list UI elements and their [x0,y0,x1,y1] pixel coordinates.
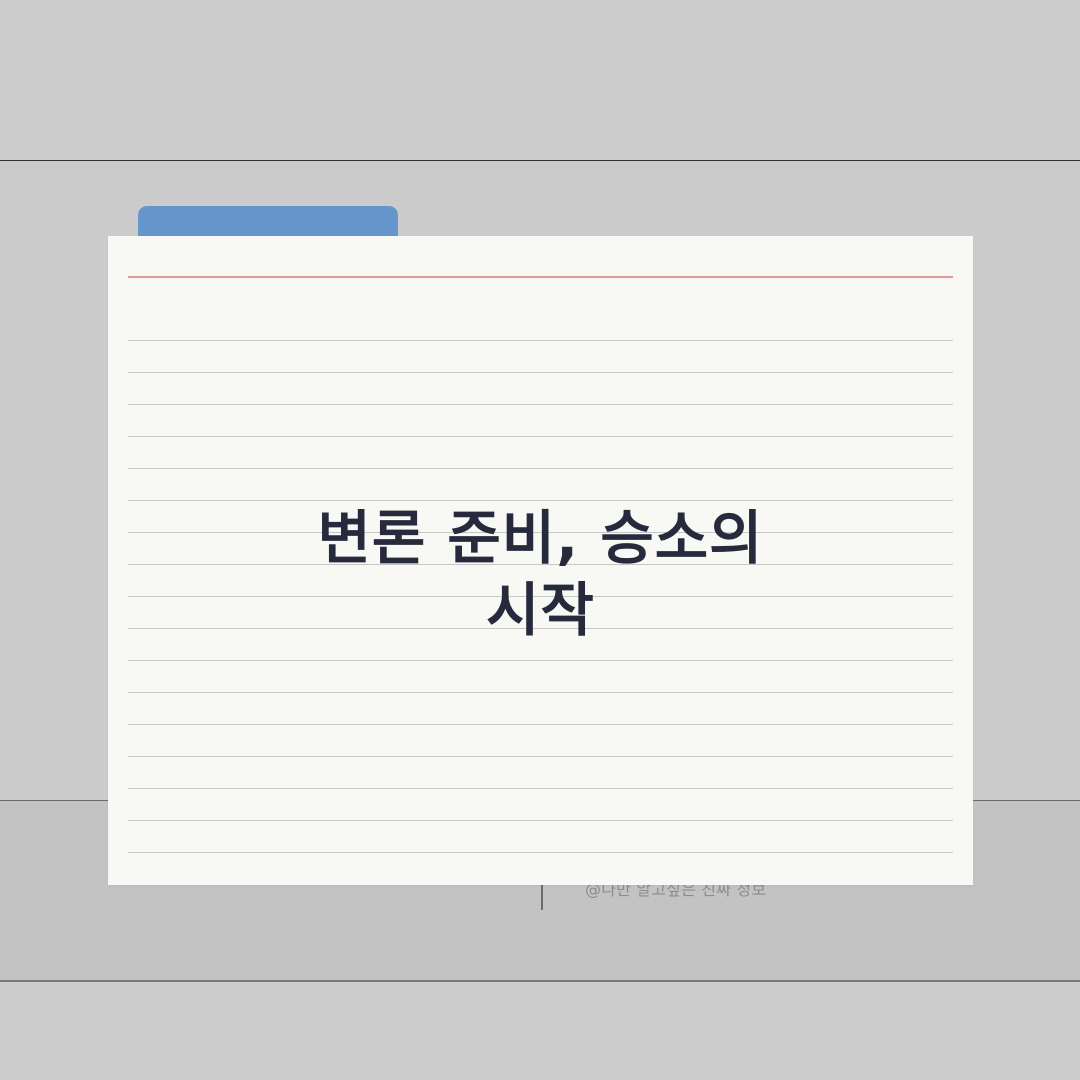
notecard: 변론 준비, 승소의 시작 [108,236,973,885]
background-bottom-band [0,982,1080,1080]
notecard-margin-line [128,276,953,278]
card-title: 변론 준비, 승소의 시작 [108,502,973,646]
card-title-line-2: 시작 [486,576,595,644]
background-top-band [0,0,1080,160]
card-title-line-1: 변론 준비, 승소의 [317,504,764,572]
